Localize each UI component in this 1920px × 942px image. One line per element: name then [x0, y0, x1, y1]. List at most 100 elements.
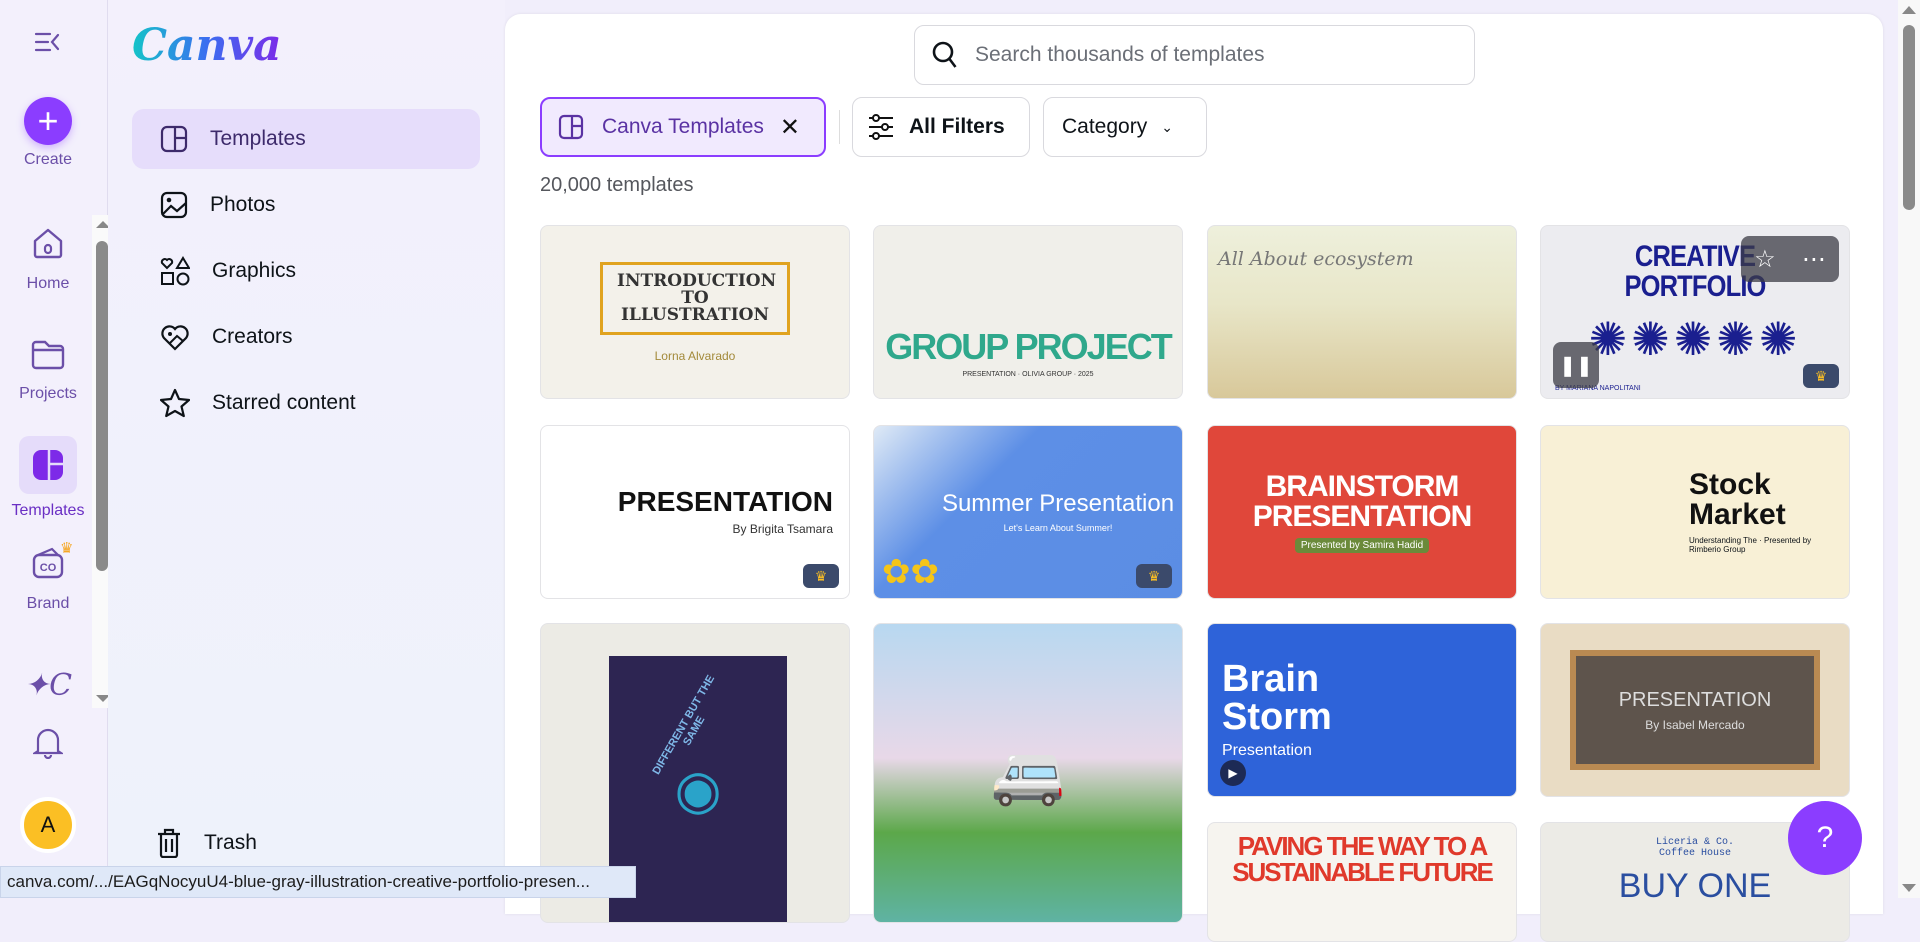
premium-crown-icon: ♛	[803, 564, 839, 588]
template-card[interactable]: 🚐	[873, 623, 1183, 923]
account-avatar[interactable]: A	[0, 797, 96, 853]
side-panel: Canva Templates Photos Graphics Creators…	[108, 0, 505, 898]
template-title: PRESENTATION	[617, 486, 833, 517]
pause-icon[interactable]: ❚❚	[1553, 342, 1599, 388]
nav-photos[interactable]: Photos	[132, 175, 480, 235]
all-filters-label: All Filters	[909, 115, 1005, 138]
template-card[interactable]: Summer Presentation Let's Learn About Su…	[873, 425, 1183, 599]
scribble-illustration: ✺✺✺✺✺	[1588, 313, 1802, 365]
search-icon	[932, 41, 957, 68]
play-icon[interactable]: ▶	[1220, 760, 1246, 786]
template-subtitle: Presented by Samira Hadid	[1294, 537, 1430, 553]
sunflower-illustration: ✿✿	[882, 553, 939, 591]
illustration: 🚐	[990, 739, 1066, 807]
template-title: BRAINSTORM PRESENTATION	[1252, 469, 1473, 533]
home-icon	[33, 228, 63, 259]
template-subtitle: Presentation	[1222, 742, 1312, 759]
magic-icon[interactable]: ✦C	[0, 668, 96, 703]
svg-text:CO: CO	[40, 562, 57, 574]
home-label: Home	[26, 275, 70, 292]
nav-label: Starred content	[212, 391, 356, 414]
projects-label: Projects	[19, 385, 77, 402]
search-input[interactable]: Search thousands of templates	[914, 25, 1475, 85]
templates-label: Templates	[11, 502, 85, 519]
create-button[interactable]: + Create	[0, 97, 96, 169]
template-card[interactable]: PAVING THE WAY TO A SUSTAINABLE FUTURE	[1207, 822, 1517, 942]
left-rail: + Create Home Projects Templates ♛ CO Br…	[0, 0, 114, 898]
shapes-icon	[160, 256, 190, 286]
nav-label: Graphics	[212, 259, 297, 282]
all-filters-button[interactable]: All Filters	[852, 97, 1030, 157]
nav-graphics[interactable]: Graphics	[132, 241, 480, 301]
star-icon	[160, 388, 190, 418]
template-card[interactable]: Brain Storm Presentation ▶	[1207, 623, 1517, 797]
template-subtitle: PRESENTATION · OLIVIA GROUP · 2025	[962, 371, 1094, 378]
nav-creators[interactable]: Creators	[132, 307, 480, 367]
template-card[interactable]: All About ecosystem	[1207, 225, 1517, 399]
template-card[interactable]: PRESENTATION By Brigita Tsamara ♛	[540, 425, 850, 599]
filter-chip-label: Canva Templates	[602, 115, 764, 138]
template-card[interactable]: INTRODUCTION TO ILLUSTRATION Lorna Alvar…	[540, 225, 850, 399]
trash-label: Trash	[204, 831, 257, 854]
template-card[interactable]: CREATIVE PORTFOLIO ✺✺✺✺✺ BY MARIANA NAPO…	[1540, 225, 1850, 399]
canva-templates-filter-chip[interactable]: Canva Templates ✕	[540, 97, 826, 157]
rail-projects[interactable]: Projects	[0, 337, 96, 403]
more-icon[interactable]: ⋯	[1802, 245, 1826, 274]
rail-brand[interactable]: ♛ CO Brand	[0, 540, 96, 613]
brand-label: Brand	[26, 595, 70, 612]
folder-icon	[31, 340, 65, 370]
template-subtitle: By Brigita Tsamara	[732, 522, 833, 536]
create-label: Create	[23, 151, 73, 168]
sliders-icon	[869, 114, 893, 140]
template-card[interactable]: Stock Market Understanding The · Present…	[1540, 425, 1850, 599]
nav-trash[interactable]: Trash	[128, 813, 476, 873]
template-subtitle: Let's Learn About Summer!	[1003, 523, 1113, 534]
rail-templates[interactable]: Templates	[0, 436, 96, 520]
photo-icon	[160, 191, 188, 219]
template-card[interactable]: PRESENTATION By Isabel Mercado	[1540, 623, 1850, 797]
template-card[interactable]: GROUP PROJECT PRESENTATION · OLIVIA GROU…	[873, 225, 1183, 399]
template-title: PAVING THE WAY TO A SUSTAINABLE FUTURE	[1232, 831, 1494, 887]
rail-home[interactable]: Home	[0, 225, 96, 293]
templates-icon	[33, 450, 63, 480]
chalkboard: PRESENTATION By Isabel Mercado	[1570, 650, 1820, 770]
category-dropdown[interactable]: Category ⌄	[1043, 97, 1207, 157]
template-title: GROUP PROJECT	[885, 326, 1172, 367]
category-label: Category	[1062, 115, 1148, 138]
close-icon[interactable]: ✕	[780, 113, 800, 142]
template-title: Stock Market	[1689, 468, 1786, 531]
notifications-button[interactable]	[0, 725, 96, 759]
nav-label: Creators	[212, 325, 293, 348]
premium-crown-icon: ♛	[1136, 564, 1172, 588]
chevron-down-icon: ⌄	[1161, 118, 1173, 135]
main-content: Search thousands of templates Canva Temp…	[505, 14, 1883, 942]
template-count: 20,000 templates	[540, 174, 694, 196]
templates-icon	[160, 125, 188, 153]
collapse-menu-button[interactable]	[0, 30, 96, 54]
template-subtitle: Lorna Alvarado	[654, 348, 736, 363]
bell-icon	[33, 728, 63, 759]
collapse-menu-icon	[34, 32, 60, 52]
help-button[interactable]: ?	[1788, 801, 1862, 875]
trash-icon	[158, 828, 180, 858]
template-subtitle: Liceria & Co. Coffee House	[1655, 837, 1734, 859]
avatar-initial: A	[20, 797, 76, 853]
nav-label: Templates	[210, 127, 306, 150]
template-title: Summer Presentation	[941, 489, 1175, 517]
nav-starred[interactable]: Starred content	[132, 373, 480, 433]
template-title: BUY ONE	[1618, 867, 1772, 905]
template-subtitle: By Isabel Mercado	[1645, 717, 1745, 732]
link-status-bar: canva.com/.../EAGqNocyuU4-blue-gray-illu…	[0, 866, 636, 898]
template-title: INTRODUCTION TO ILLUSTRATION	[600, 261, 790, 335]
nav-label: Photos	[210, 193, 276, 216]
canva-logo[interactable]: Canva	[132, 20, 282, 71]
template-card[interactable]: BRAINSTORM PRESENTATION Presented by Sam…	[1207, 425, 1517, 599]
template-subtitle: Understanding The · Presented by Rimberi…	[1689, 536, 1812, 554]
heart-icon	[161, 325, 189, 351]
page-scrollbar[interactable]	[1898, 0, 1920, 898]
nav-templates[interactable]: Templates	[132, 109, 480, 169]
premium-crown-icon: ♛	[1803, 364, 1839, 388]
star-icon[interactable]: ☆	[1754, 245, 1776, 274]
eye-illustration: ◉	[674, 759, 722, 820]
template-title: All About ecosystem	[1218, 248, 1414, 270]
